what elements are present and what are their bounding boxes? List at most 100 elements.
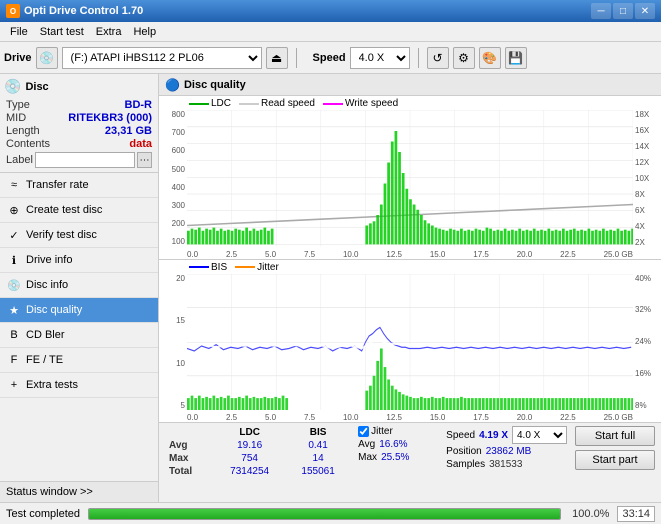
legend-read: Read speed (239, 98, 315, 109)
samples-label: Samples (446, 459, 485, 470)
stats-avg-row: Avg 19.16 0.41 (165, 439, 350, 452)
disc-type-label: Type (6, 99, 30, 111)
nav-fe-te-label: FE / TE (26, 354, 63, 366)
legend-ldc: LDC (189, 98, 231, 109)
speed-select[interactable]: 4.0 X (512, 426, 567, 444)
disc-contents-row: Contents data (4, 138, 154, 150)
stats-total-bis: 155061 (286, 465, 350, 478)
stats-total-row: Total 7314254 155061 (165, 465, 350, 478)
drive-toolbar: Drive 💿 (F:) ATAPI iHBS112 2 PL06 ⏏ Spee… (0, 42, 661, 74)
stats-avg-label: Avg (165, 439, 213, 452)
drive-icon-button[interactable]: 💿 (36, 47, 58, 69)
nav-cd-bler-label: CD Bler (26, 329, 65, 341)
jitter-section: Jitter Avg 16.6% Max 25.5% (358, 426, 438, 463)
disc-contents-value: data (129, 138, 152, 150)
app-icon: O (6, 4, 20, 18)
speed-label: Speed (313, 52, 346, 64)
color-button[interactable]: 🎨 (479, 47, 501, 69)
action-buttons: Start full Start part (575, 426, 655, 470)
write-dot (323, 103, 343, 105)
x-axis-bottom: 0.0 2.5 5.0 7.5 10.0 12.5 15.0 17.5 20.0… (187, 413, 633, 422)
speed-select[interactable]: 4.0 X (350, 47, 410, 69)
chart-top: LDC Read speed Write speed (159, 96, 661, 260)
eject-button[interactable]: ⏏ (266, 47, 288, 69)
verify-test-disc-icon: ✓ (6, 227, 22, 243)
titlebar-left: O Opti Drive Control 1.70 (6, 4, 143, 18)
stats-avg-bis: 0.41 (286, 439, 350, 452)
disc-type-value: BD-R (125, 99, 153, 111)
settings-button[interactable]: ⚙ (453, 47, 475, 69)
menu-extra[interactable]: Extra (90, 25, 128, 39)
stats-max-ldc: 754 (213, 452, 286, 465)
nav-drive-info[interactable]: ℹ Drive info (0, 248, 158, 273)
ldc-label: LDC (211, 98, 231, 109)
samples-row: Samples 381533 (446, 459, 567, 470)
disc-mid-label: MID (6, 112, 26, 124)
toolbar-separator-2 (418, 48, 419, 68)
menubar: File Start test Extra Help (0, 22, 661, 42)
y-axis-left-top: 800 700 600 500 400 300 200 100 (159, 110, 187, 247)
legend-write: Write speed (323, 98, 398, 109)
disc-contents-label: Contents (6, 138, 50, 150)
nav-disc-info-label: Disc info (26, 279, 68, 291)
disc-quality-icon: ★ (6, 302, 22, 318)
menu-file[interactable]: File (4, 25, 34, 39)
drive-info-icon: ℹ (6, 252, 22, 268)
nav-verify-test-disc[interactable]: ✓ Verify test disc (0, 223, 158, 248)
disc-label-input[interactable] (35, 152, 135, 168)
jitter-max-value: 25.5% (381, 452, 409, 463)
stats-col-empty (165, 426, 213, 439)
legend-bis: BIS (189, 262, 227, 273)
nav-extra-tests[interactable]: + Extra tests (0, 373, 158, 398)
stats-col-bis: BIS (286, 426, 350, 439)
maximize-button[interactable]: □ (613, 3, 633, 19)
transfer-rate-icon: ≈ (6, 177, 22, 193)
nav-disc-quality[interactable]: ★ Disc quality (0, 298, 158, 323)
nav-create-test-disc[interactable]: ⊕ Create test disc (0, 198, 158, 223)
position-row: Position 23862 MB (446, 446, 567, 457)
disc-label-button[interactable]: ⋯ (137, 152, 152, 168)
stats-max-label: Max (165, 452, 213, 465)
menu-help[interactable]: Help (127, 25, 162, 39)
menu-start-test[interactable]: Start test (34, 25, 90, 39)
minimize-button[interactable]: ─ (591, 3, 611, 19)
stats-max-row: Max 754 14 (165, 452, 350, 465)
stats-col-ldc: LDC (213, 426, 286, 439)
time-display: 33:14 (617, 506, 655, 522)
nav-disc-info[interactable]: 💿 Disc info (0, 273, 158, 298)
jitter-avg-row: Avg 16.6% (358, 439, 438, 450)
titlebar: O Opti Drive Control 1.70 ─ □ ✕ (0, 0, 661, 22)
quality-icon: 🔵 (165, 78, 180, 92)
start-full-button[interactable]: Start full (575, 426, 655, 446)
speed-row: Speed 4.19 X 4.0 X (446, 426, 567, 444)
fe-te-icon: F (6, 352, 22, 368)
quality-header: 🔵 Disc quality (159, 74, 661, 96)
nav-create-test-disc-label: Create test disc (26, 204, 102, 216)
jitter-avg-value: 16.6% (379, 439, 407, 450)
nav-transfer-rate[interactable]: ≈ Transfer rate (0, 173, 158, 198)
jitter-checkbox[interactable] (358, 426, 369, 437)
disc-mid-value: RITEKBR3 (000) (68, 112, 152, 124)
save-button[interactable]: 💾 (505, 47, 527, 69)
start-part-button[interactable]: Start part (575, 450, 655, 470)
left-panel: 💿 Disc Type BD-R MID RITEKBR3 (000) Leng… (0, 74, 159, 502)
titlebar-controls[interactable]: ─ □ ✕ (591, 3, 655, 19)
jitter-dot (235, 266, 255, 268)
x-axis-top: 0.0 2.5 5.0 7.5 10.0 12.5 15.0 17.5 20.0… (187, 250, 633, 259)
close-button[interactable]: ✕ (635, 3, 655, 19)
y-axis-right-top: 18X 16X 14X 12X 10X 8X 6X 4X 2X (633, 110, 661, 247)
status-window-label: Status window >> (6, 486, 93, 498)
charts-area: LDC Read speed Write speed (159, 96, 661, 422)
chart-bottom-legend: BIS Jitter (189, 262, 279, 273)
disc-section: 💿 Disc Type BD-R MID RITEKBR3 (000) Leng… (0, 74, 158, 173)
read-label: Read speed (261, 98, 315, 109)
refresh-button[interactable]: ↺ (427, 47, 449, 69)
speed-position-section: Speed 4.19 X 4.0 X Position 23862 MB Sam… (446, 426, 567, 470)
jitter-header: Jitter (358, 426, 438, 437)
nav-cd-bler[interactable]: B CD Bler (0, 323, 158, 348)
app-title: Opti Drive Control 1.70 (24, 5, 143, 17)
nav-fe-te[interactable]: F FE / TE (0, 348, 158, 373)
drive-select[interactable]: (F:) ATAPI iHBS112 2 PL06 (62, 47, 262, 69)
status-window-button[interactable]: Status window >> (0, 481, 158, 502)
y-axis-left-bottom: 20 15 10 5 (159, 274, 187, 411)
